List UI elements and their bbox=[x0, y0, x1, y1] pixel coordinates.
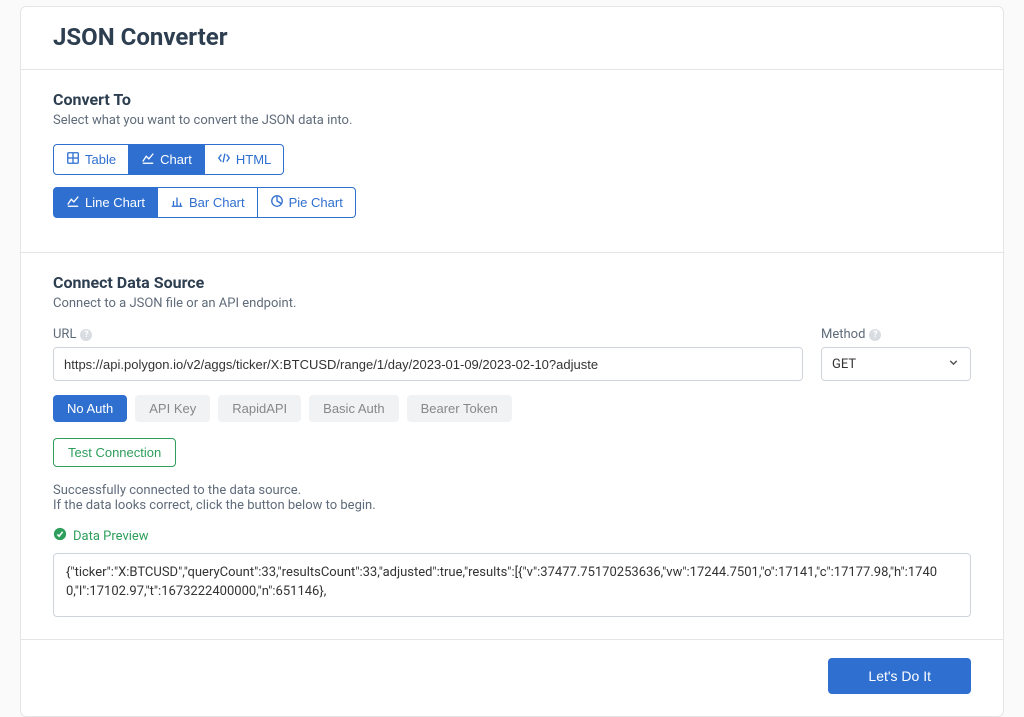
convert-type-group: Table Chart HTML bbox=[53, 144, 284, 175]
test-connection-button[interactable]: Test Connection bbox=[53, 438, 176, 467]
status-hint: If the data looks correct, click the but… bbox=[53, 498, 971, 513]
auth-bearer[interactable]: Bearer Token bbox=[407, 395, 512, 422]
url-input[interactable] bbox=[53, 347, 803, 381]
convert-heading: Convert To bbox=[53, 90, 971, 109]
auth-no-auth[interactable]: No Auth bbox=[53, 395, 127, 422]
help-icon[interactable]: ? bbox=[80, 329, 92, 341]
method-label: Method ? bbox=[821, 327, 971, 342]
auth-type-group: No Auth API Key RapidAPI Basic Auth Bear… bbox=[53, 395, 971, 422]
chart-icon bbox=[141, 151, 155, 168]
footer: Let's Do It bbox=[21, 640, 1003, 716]
convert-type-table-label: Table bbox=[85, 152, 116, 167]
line-chart-icon bbox=[66, 194, 80, 211]
check-circle-icon bbox=[53, 527, 67, 545]
data-preview-label: Data Preview bbox=[73, 529, 149, 544]
chart-type-group: Line Chart Bar Chart Pie Chart bbox=[53, 187, 356, 218]
code-icon bbox=[217, 151, 231, 168]
chevron-down-icon bbox=[947, 356, 960, 373]
pie-chart-icon bbox=[270, 194, 284, 211]
table-icon bbox=[66, 151, 80, 168]
bar-chart-icon bbox=[170, 194, 184, 211]
connect-desc: Connect to a JSON file or an API endpoin… bbox=[53, 296, 971, 311]
data-preview-text: {"ticker":"X:BTCUSD","queryCount":33,"re… bbox=[66, 565, 937, 599]
method-select[interactable]: GET bbox=[821, 347, 971, 381]
data-preview-box[interactable]: {"ticker":"X:BTCUSD","queryCount":33,"re… bbox=[53, 553, 971, 617]
chart-type-pie[interactable]: Pie Chart bbox=[258, 187, 356, 218]
convert-to-section: Convert To Select what you want to conve… bbox=[21, 70, 1003, 253]
connect-section: Connect Data Source Connect to a JSON fi… bbox=[21, 253, 1003, 640]
auth-api-key[interactable]: API Key bbox=[135, 395, 210, 422]
status-success: Successfully connected to the data sourc… bbox=[53, 483, 971, 498]
connect-heading: Connect Data Source bbox=[53, 273, 971, 292]
chart-type-pie-label: Pie Chart bbox=[289, 195, 343, 210]
auth-rapidapi[interactable]: RapidAPI bbox=[218, 395, 301, 422]
convert-type-chart-label: Chart bbox=[160, 152, 192, 167]
convert-desc: Select what you want to convert the JSON… bbox=[53, 113, 971, 128]
chart-type-bar-label: Bar Chart bbox=[189, 195, 245, 210]
url-label: URL ? bbox=[53, 327, 803, 342]
page-title: JSON Converter bbox=[53, 23, 971, 51]
convert-type-html[interactable]: HTML bbox=[205, 144, 284, 175]
chart-type-line-label: Line Chart bbox=[85, 195, 145, 210]
submit-button[interactable]: Let's Do It bbox=[828, 658, 971, 694]
chart-type-bar[interactable]: Bar Chart bbox=[158, 187, 258, 218]
method-value: GET bbox=[832, 357, 856, 372]
chart-type-line[interactable]: Line Chart bbox=[53, 187, 158, 218]
convert-type-html-label: HTML bbox=[236, 152, 271, 167]
help-icon[interactable]: ? bbox=[869, 329, 881, 341]
convert-type-chart[interactable]: Chart bbox=[129, 144, 205, 175]
auth-basic[interactable]: Basic Auth bbox=[309, 395, 398, 422]
convert-type-table[interactable]: Table bbox=[53, 144, 129, 175]
